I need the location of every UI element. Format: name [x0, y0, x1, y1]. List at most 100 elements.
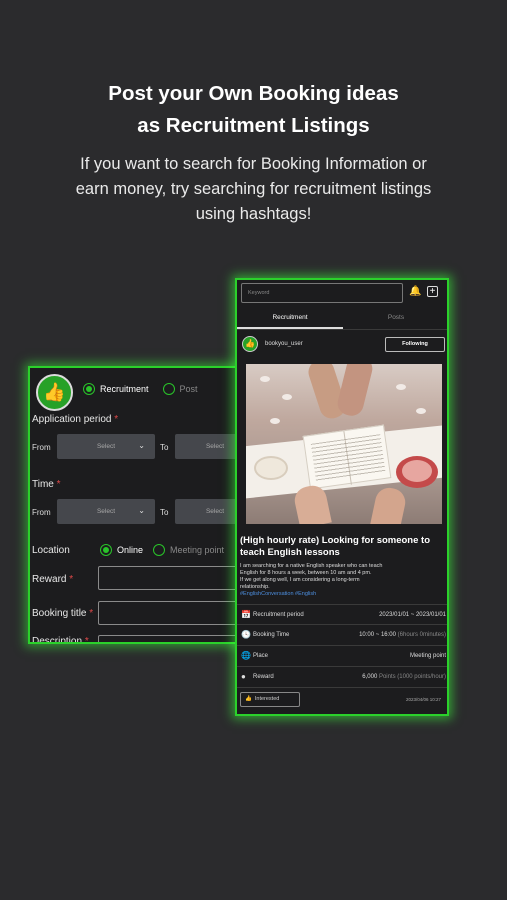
description-input[interactable]: [98, 635, 248, 642]
chevron-down-icon: ⌄: [138, 506, 145, 515]
photo-petal: [270, 418, 280, 424]
following-button[interactable]: Following: [385, 337, 445, 352]
reward-label-text: Reward: [32, 574, 67, 585]
tab-posts[interactable]: Posts: [343, 314, 447, 321]
radio-meeting-point[interactable]: [153, 544, 166, 556]
detail-label: Recruitment period: [253, 612, 304, 618]
time-from-select-value: Select: [96, 508, 116, 515]
add-icon[interactable]: +: [427, 286, 438, 297]
booking-title-input[interactable]: [98, 601, 248, 625]
radio-recruitment-label: Recruitment: [100, 384, 149, 394]
detail-value: 2023/01/01 ~ 2023/01/01: [379, 612, 446, 618]
listing-title: (High hourly rate) Looking for someone t…: [240, 535, 430, 558]
detail-row-recruitment-period: 📅 Recruitment period 2023/01/01 ~ 2023/0…: [237, 604, 447, 625]
bell-icon[interactable]: 🔔: [409, 286, 421, 297]
detail-value-text: 10:00 ~ 16:00: [359, 632, 396, 638]
listing-hashtags[interactable]: #EnglishConversation #English: [240, 591, 316, 597]
radio-online[interactable]: [100, 544, 112, 556]
photo-cup: [254, 456, 288, 480]
application-period-label: Application period *: [32, 414, 118, 425]
radio-online-label: Online: [117, 545, 144, 555]
location-radio-group: Online Meeting point: [100, 544, 224, 556]
promo-headline: Post your Own Booking ideas as Recruitme…: [0, 78, 507, 142]
photo-open-book: [302, 424, 392, 490]
photo-petal: [396, 384, 406, 390]
reward-input[interactable]: [98, 566, 248, 590]
tab-recruitment[interactable]: Recruitment: [237, 314, 343, 321]
booking-title-label: Booking title *: [32, 608, 93, 619]
photo-petal: [260, 376, 270, 382]
required-mark: *: [114, 414, 119, 425]
listing-description: I am searching for a native English spea…: [240, 563, 447, 591]
required-mark: *: [89, 608, 94, 619]
listing-photo: [246, 364, 442, 524]
period-to-select-value: Select: [205, 443, 225, 450]
subtitle-line-1: If you want to search for Booking Inform…: [80, 155, 427, 173]
create-listing-form-screenshot: 👍 Recruitment Post Application period * …: [28, 366, 250, 644]
chevron-down-icon: ⌄: [138, 441, 145, 450]
subtitle-line-3: using hashtags!: [195, 205, 312, 223]
radio-meeting-point-label: Meeting point: [170, 545, 225, 555]
period-from-select[interactable]: Select ⌄: [57, 434, 155, 459]
detail-value: 6,000 Points (1000 points/hour): [362, 674, 446, 680]
thumbs-up-logo-icon: 👍: [36, 374, 73, 411]
radio-post-label: Post: [179, 384, 198, 394]
detail-value-text: Meeting point: [409, 653, 446, 659]
post-timestamp: 2023/04/06 10:27: [405, 697, 441, 702]
detail-label: Booking Time: [253, 632, 290, 638]
listing-description-line: If we get along well, I am considering a…: [240, 577, 360, 583]
photo-petal: [416, 408, 426, 414]
listing-description-line: English for 8 hours a week, between 10 a…: [240, 570, 372, 576]
radio-recruitment[interactable]: [83, 383, 95, 395]
detail-value: Meeting point: [410, 653, 446, 659]
time-from-select[interactable]: Select ⌄: [57, 499, 155, 524]
coin-icon: ●: [241, 672, 246, 681]
time-label: Time *: [32, 479, 61, 490]
detail-row-place: 🌐 Place Meeting point: [237, 646, 447, 667]
booking-title-label-text: Booking title: [32, 608, 87, 619]
time-from-label: From: [32, 508, 51, 517]
time-to-select-value: Select: [205, 508, 225, 515]
period-from-label: From: [32, 443, 51, 452]
detail-row-booking-time: 🕓 Booking Time 10:00 ~ 16:00 (6hours 0mi…: [237, 625, 447, 646]
detail-row-reward: ● Reward 6,000 Points (1000 points/hour): [237, 667, 447, 688]
listing-detail-screenshot: Keyword 🔔 + Recruitment Posts 👍 bookyou_…: [235, 278, 449, 716]
listing-description-line: relationship.: [240, 584, 270, 590]
required-mark: *: [84, 636, 89, 644]
username[interactable]: bookyou_user: [265, 341, 303, 347]
detail-value: 10:00 ~ 16:00 (6hours 0minutes): [359, 632, 446, 638]
time-to-label: To: [160, 508, 169, 517]
detail-value-note: Points (1000 points/hour): [378, 674, 446, 680]
radio-post[interactable]: [162, 383, 175, 395]
avatar[interactable]: 👍: [242, 336, 258, 352]
detail-value-note: (6hours 0minutes): [397, 632, 446, 638]
listing-type-radio-group: Recruitment Post: [83, 383, 198, 395]
time-label-text: Time: [32, 479, 54, 490]
photo-book-text: [310, 434, 386, 482]
headline-line-1: Post your Own Booking ideas: [108, 82, 399, 105]
clock-icon: 🕓: [241, 630, 251, 639]
subtitle-line-2: earn money, try searching for recruitmen…: [75, 180, 432, 198]
promo-subtitle: If you want to search for Booking Inform…: [0, 152, 507, 227]
required-mark: *: [56, 479, 61, 490]
period-to-label: To: [160, 443, 169, 452]
headline-line-2: as Recruitment Listings: [137, 114, 370, 137]
detail-value-text: 2023/01/01 ~ 2023/01/01: [379, 612, 446, 618]
photo-petal: [282, 394, 292, 400]
thumbs-up-icon: 👍: [245, 696, 252, 702]
calendar-icon: 📅: [241, 610, 251, 619]
photo-fruit: [402, 460, 432, 482]
location-label: Location: [32, 545, 70, 556]
application-period-text: Application period: [32, 414, 112, 425]
detail-value-text: 6,000: [362, 674, 378, 680]
interested-button[interactable]: 👍 Interested: [240, 692, 300, 707]
keyword-search-input[interactable]: Keyword: [241, 283, 403, 303]
reward-label: Reward *: [32, 574, 73, 585]
detail-label: Reward: [253, 674, 274, 680]
globe-icon: 🌐: [241, 651, 251, 660]
period-from-select-value: Select: [96, 443, 116, 450]
tab-divider: [237, 329, 447, 330]
detail-label: Place: [253, 653, 269, 659]
required-mark: *: [69, 574, 74, 585]
description-label: Description *: [32, 636, 89, 644]
